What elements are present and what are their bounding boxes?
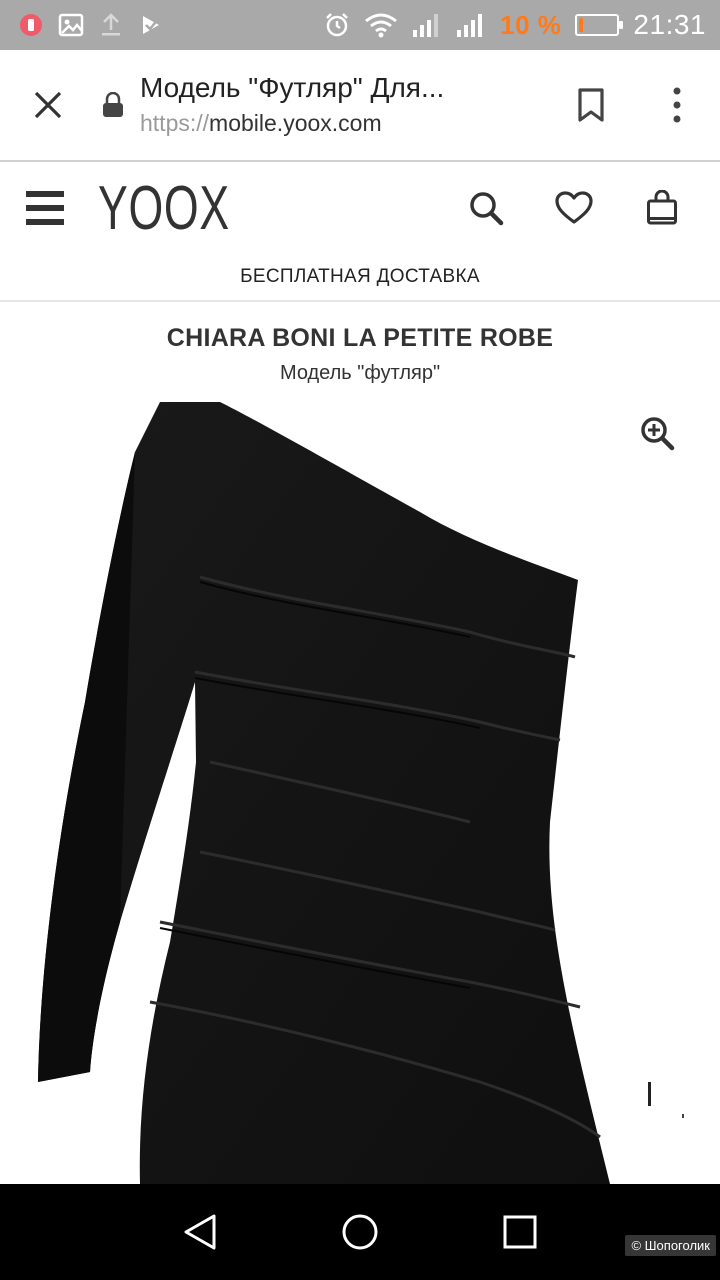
shopping-bag-icon xyxy=(647,190,677,225)
zoom-button[interactable] xyxy=(636,412,678,454)
clock: 21:31 xyxy=(633,9,706,40)
home-circle-icon xyxy=(342,1214,378,1250)
dress-photo xyxy=(38,402,684,1184)
watermark: © Шопоголик xyxy=(625,1235,716,1256)
signal-icon xyxy=(456,12,486,38)
image-icon xyxy=(58,12,84,38)
product-model: Модель "футляр" xyxy=(279,362,441,384)
menu-button[interactable] xyxy=(0,162,90,254)
search-button[interactable] xyxy=(442,162,530,254)
battery-icon xyxy=(575,14,624,36)
cart-button[interactable] xyxy=(618,162,706,254)
hamburger-icon xyxy=(26,191,64,225)
home-button[interactable] xyxy=(320,1192,400,1272)
site-logo[interactable]: YOOX xyxy=(98,173,230,244)
product-header: CHIARA BONI LA PETITE ROBE Модель "футля… xyxy=(0,318,720,388)
close-tab-button[interactable] xyxy=(0,49,96,161)
product-image[interactable] xyxy=(0,402,720,1184)
wishlist-button[interactable] xyxy=(530,162,618,254)
back-button[interactable] xyxy=(160,1192,240,1272)
more-vertical-icon xyxy=(673,87,681,123)
notification-icon xyxy=(18,12,44,38)
free-shipping-banner[interactable]: БЕСПЛАТНАЯ ДОСТАВКА xyxy=(0,254,720,302)
signal-icon xyxy=(412,12,442,38)
bookmark-icon xyxy=(578,88,604,122)
url-text: https://mobile.yoox.com xyxy=(140,106,548,140)
product-brand[interactable]: CHIARA BONI LA PETITE ROBE xyxy=(0,318,720,358)
lock-icon xyxy=(96,92,130,118)
heart-icon xyxy=(555,191,593,224)
system-navigation-bar xyxy=(0,1184,720,1280)
alarm-icon xyxy=(324,12,350,38)
recents-button[interactable] xyxy=(480,1192,560,1272)
status-bar: 10 % 21:31 xyxy=(0,0,720,50)
page-title: Модель "Футляр" Для... xyxy=(140,72,445,103)
upload-icon xyxy=(98,12,124,38)
wifi-icon xyxy=(364,12,398,38)
battery-percent: 10 % xyxy=(500,9,562,40)
recents-square-icon xyxy=(503,1215,537,1249)
address-bar[interactable]: Модель "Футляр" Для... https://mobile.yo… xyxy=(140,70,548,140)
browser-toolbar: Модель "Футляр" Для... https://mobile.yo… xyxy=(0,50,720,162)
search-icon xyxy=(470,192,504,226)
back-triangle-icon xyxy=(184,1214,216,1250)
battery-level xyxy=(579,18,584,32)
bookmark-button[interactable] xyxy=(548,49,634,161)
close-icon xyxy=(34,91,62,119)
zoom-in-icon xyxy=(641,417,675,451)
url-host: mobile.yoox.com xyxy=(209,110,382,136)
url-scheme: https:// xyxy=(140,110,210,136)
site-header: YOOX xyxy=(0,162,720,254)
overflow-menu-button[interactable] xyxy=(634,49,720,161)
checkmark-icon xyxy=(138,12,164,38)
